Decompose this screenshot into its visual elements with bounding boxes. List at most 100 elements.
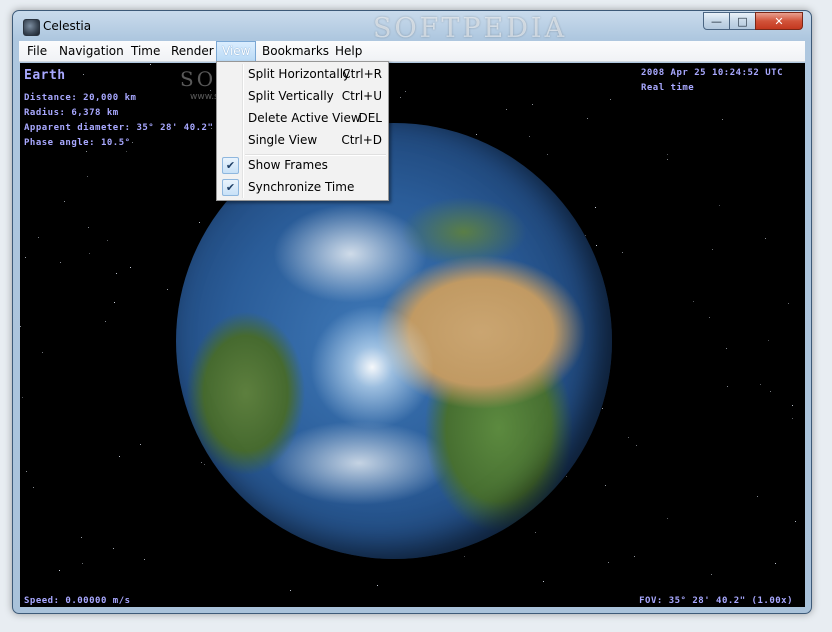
- star: [727, 386, 728, 387]
- render-viewport[interactable]: SOFTPEDIA www.softpedia.com Earth Distan…: [20, 63, 805, 607]
- star: [622, 252, 623, 253]
- star: [82, 563, 83, 564]
- hud-time-mode: Real time: [640, 83, 695, 93]
- star: [535, 532, 536, 533]
- star: [722, 119, 723, 120]
- star: [144, 559, 145, 560]
- hud-fov: FOV: 35° 28' 40.2" (1.00x): [639, 596, 793, 606]
- star: [476, 134, 477, 135]
- softpedia-watermark: SOFTPEDIA: [373, 13, 568, 44]
- star: [64, 201, 65, 202]
- maximize-button[interactable]: □: [729, 12, 756, 30]
- menu-view[interactable]: View: [216, 41, 257, 62]
- minimize-icon: —: [711, 14, 722, 28]
- star: [667, 518, 668, 519]
- title-bar[interactable]: Celestia SOFTPEDIA — □ ✕: [13, 11, 811, 44]
- star: [201, 462, 202, 463]
- star: [204, 464, 205, 465]
- menu-navigation[interactable]: Navigation: [54, 42, 129, 61]
- hud-phase-angle: Phase angle: 10.5°: [24, 138, 131, 148]
- star: [199, 222, 200, 223]
- star: [42, 352, 43, 353]
- star: [167, 289, 168, 290]
- menu-bar: File Navigation Time Render View Bookmar…: [19, 41, 805, 62]
- star: [529, 136, 530, 137]
- menu-file[interactable]: File: [22, 42, 52, 61]
- star: [792, 418, 793, 419]
- star: [795, 521, 796, 522]
- star: [89, 253, 90, 254]
- menu-help[interactable]: Help: [330, 42, 367, 61]
- star: [22, 397, 23, 398]
- hud-radius: Radius: 6,378 km: [24, 108, 119, 118]
- star: [634, 556, 635, 557]
- star: [114, 302, 115, 303]
- star: [770, 391, 771, 392]
- star: [38, 237, 39, 238]
- star: [88, 227, 89, 228]
- star: [130, 267, 131, 268]
- star: [788, 303, 789, 304]
- star: [25, 257, 26, 258]
- close-icon: ✕: [774, 14, 784, 28]
- star: [86, 151, 87, 152]
- star: [711, 574, 712, 575]
- menu-item-synchronize-time[interactable]: ✔ Synchronize Time: [219, 177, 386, 198]
- star: [464, 556, 465, 557]
- celestia-app-icon[interactable]: [23, 19, 40, 36]
- star: [757, 496, 758, 497]
- star: [726, 348, 727, 349]
- star: [532, 104, 533, 105]
- star: [602, 408, 603, 409]
- hud-time-panel: 2008 Apr 25 10:24:52 UTC Real time: [641, 66, 783, 96]
- star: [83, 74, 84, 75]
- star: [20, 326, 21, 327]
- star: [377, 585, 378, 586]
- menu-item-single-view[interactable]: Single View Ctrl+D: [219, 130, 386, 151]
- hud-datetime: 2008 Apr 25 10:24:52 UTC: [640, 68, 783, 78]
- star: [628, 437, 629, 438]
- star: [405, 91, 406, 92]
- checkmark-icon: ✔: [222, 179, 239, 196]
- star: [587, 118, 588, 119]
- star: [400, 97, 401, 98]
- star: [116, 273, 117, 274]
- star: [712, 249, 713, 250]
- star: [132, 142, 133, 143]
- view-menu-dropdown: Split Horizontally Ctrl+R Split Vertical…: [216, 61, 389, 201]
- star: [126, 151, 127, 152]
- star: [290, 590, 291, 591]
- star: [765, 238, 766, 239]
- star: [105, 321, 106, 322]
- close-button[interactable]: ✕: [755, 12, 803, 30]
- star: [667, 159, 668, 160]
- menu-item-delete-active-view[interactable]: Delete Active View DEL: [219, 108, 386, 129]
- menu-time[interactable]: Time: [126, 42, 165, 61]
- star: [605, 485, 606, 486]
- star: [768, 340, 769, 341]
- star: [547, 154, 548, 155]
- menu-item-show-frames[interactable]: ✔ Show Frames: [219, 155, 386, 176]
- star: [87, 176, 88, 177]
- window-title: Celestia: [43, 19, 92, 33]
- star: [595, 207, 596, 208]
- menu-item-split-vertically[interactable]: Split Vertically Ctrl+U: [219, 86, 386, 107]
- menu-item-split-horizontally[interactable]: Split Horizontally Ctrl+R: [219, 64, 386, 85]
- star: [506, 109, 507, 110]
- star: [543, 581, 544, 582]
- star: [59, 570, 60, 571]
- star: [33, 487, 34, 488]
- star: [775, 563, 776, 564]
- minimize-button[interactable]: —: [703, 12, 730, 30]
- menu-render[interactable]: Render: [166, 42, 219, 61]
- star: [566, 476, 567, 477]
- star: [26, 471, 27, 472]
- menu-bookmarks[interactable]: Bookmarks: [257, 42, 334, 61]
- star: [709, 317, 710, 318]
- star: [760, 384, 761, 385]
- star: [107, 240, 108, 241]
- star: [140, 444, 141, 445]
- star: [667, 154, 668, 155]
- hud-object-name: Earth: [24, 68, 66, 83]
- star: [60, 262, 61, 263]
